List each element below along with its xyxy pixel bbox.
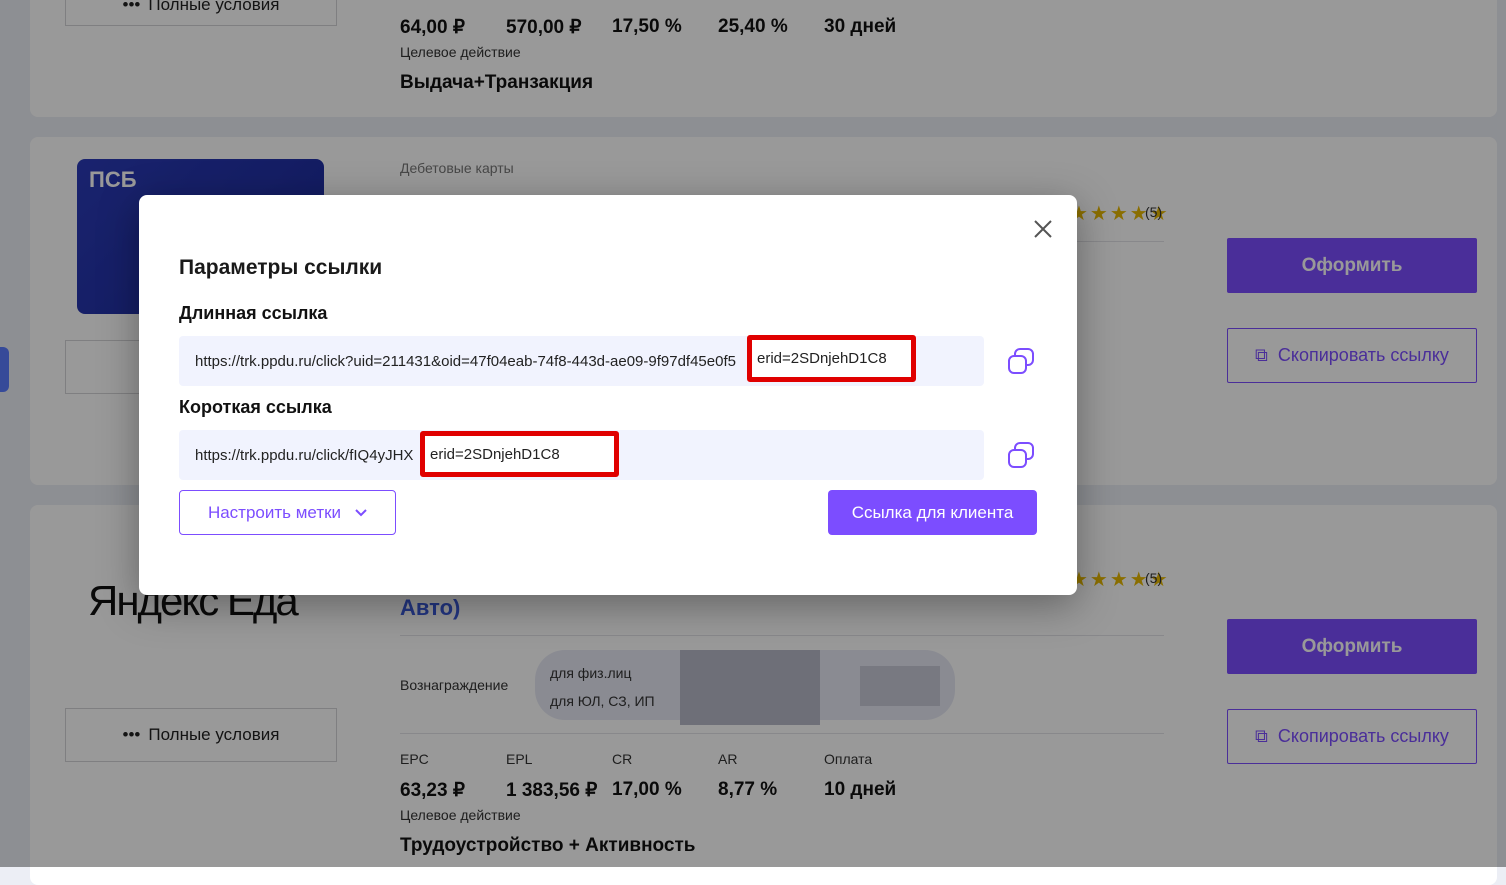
long-link-label: Длинная ссылка <box>179 303 328 323</box>
short-link-erid: erid=2SDnjehD1C8 <box>430 445 560 463</box>
client-link-button[interactable]: Ссылка для клиента <box>828 490 1037 535</box>
modal-title: Параметры ссылки <box>179 256 383 279</box>
short-link-erid-highlight: erid=2SDnjehD1C8 <box>420 431 619 477</box>
chevron-down-icon <box>355 508 367 516</box>
configure-tags-dropdown[interactable]: Настроить метки <box>179 490 396 535</box>
configure-tags-label: Настроить метки <box>207 502 342 522</box>
short-link-label: Короткая ссылка <box>179 397 332 417</box>
long-link-url: https://trk.ppdu.ru/click?uid=211431&oid… <box>195 352 736 370</box>
copy-short-link-icon[interactable] <box>1006 440 1036 470</box>
short-link-url: https://trk.ppdu.ru/click/fIQ4yJHX <box>195 446 414 464</box>
long-link-erid: erid=2SDnjehD1C8 <box>757 350 887 367</box>
long-link-erid-highlight: erid=2SDnjehD1C8 <box>747 335 916 382</box>
copy-long-link-icon[interactable] <box>1006 346 1036 376</box>
close-icon[interactable] <box>1032 218 1054 240</box>
link-params-modal: Параметры ссылки Длинная ссылка https://… <box>139 195 1077 595</box>
